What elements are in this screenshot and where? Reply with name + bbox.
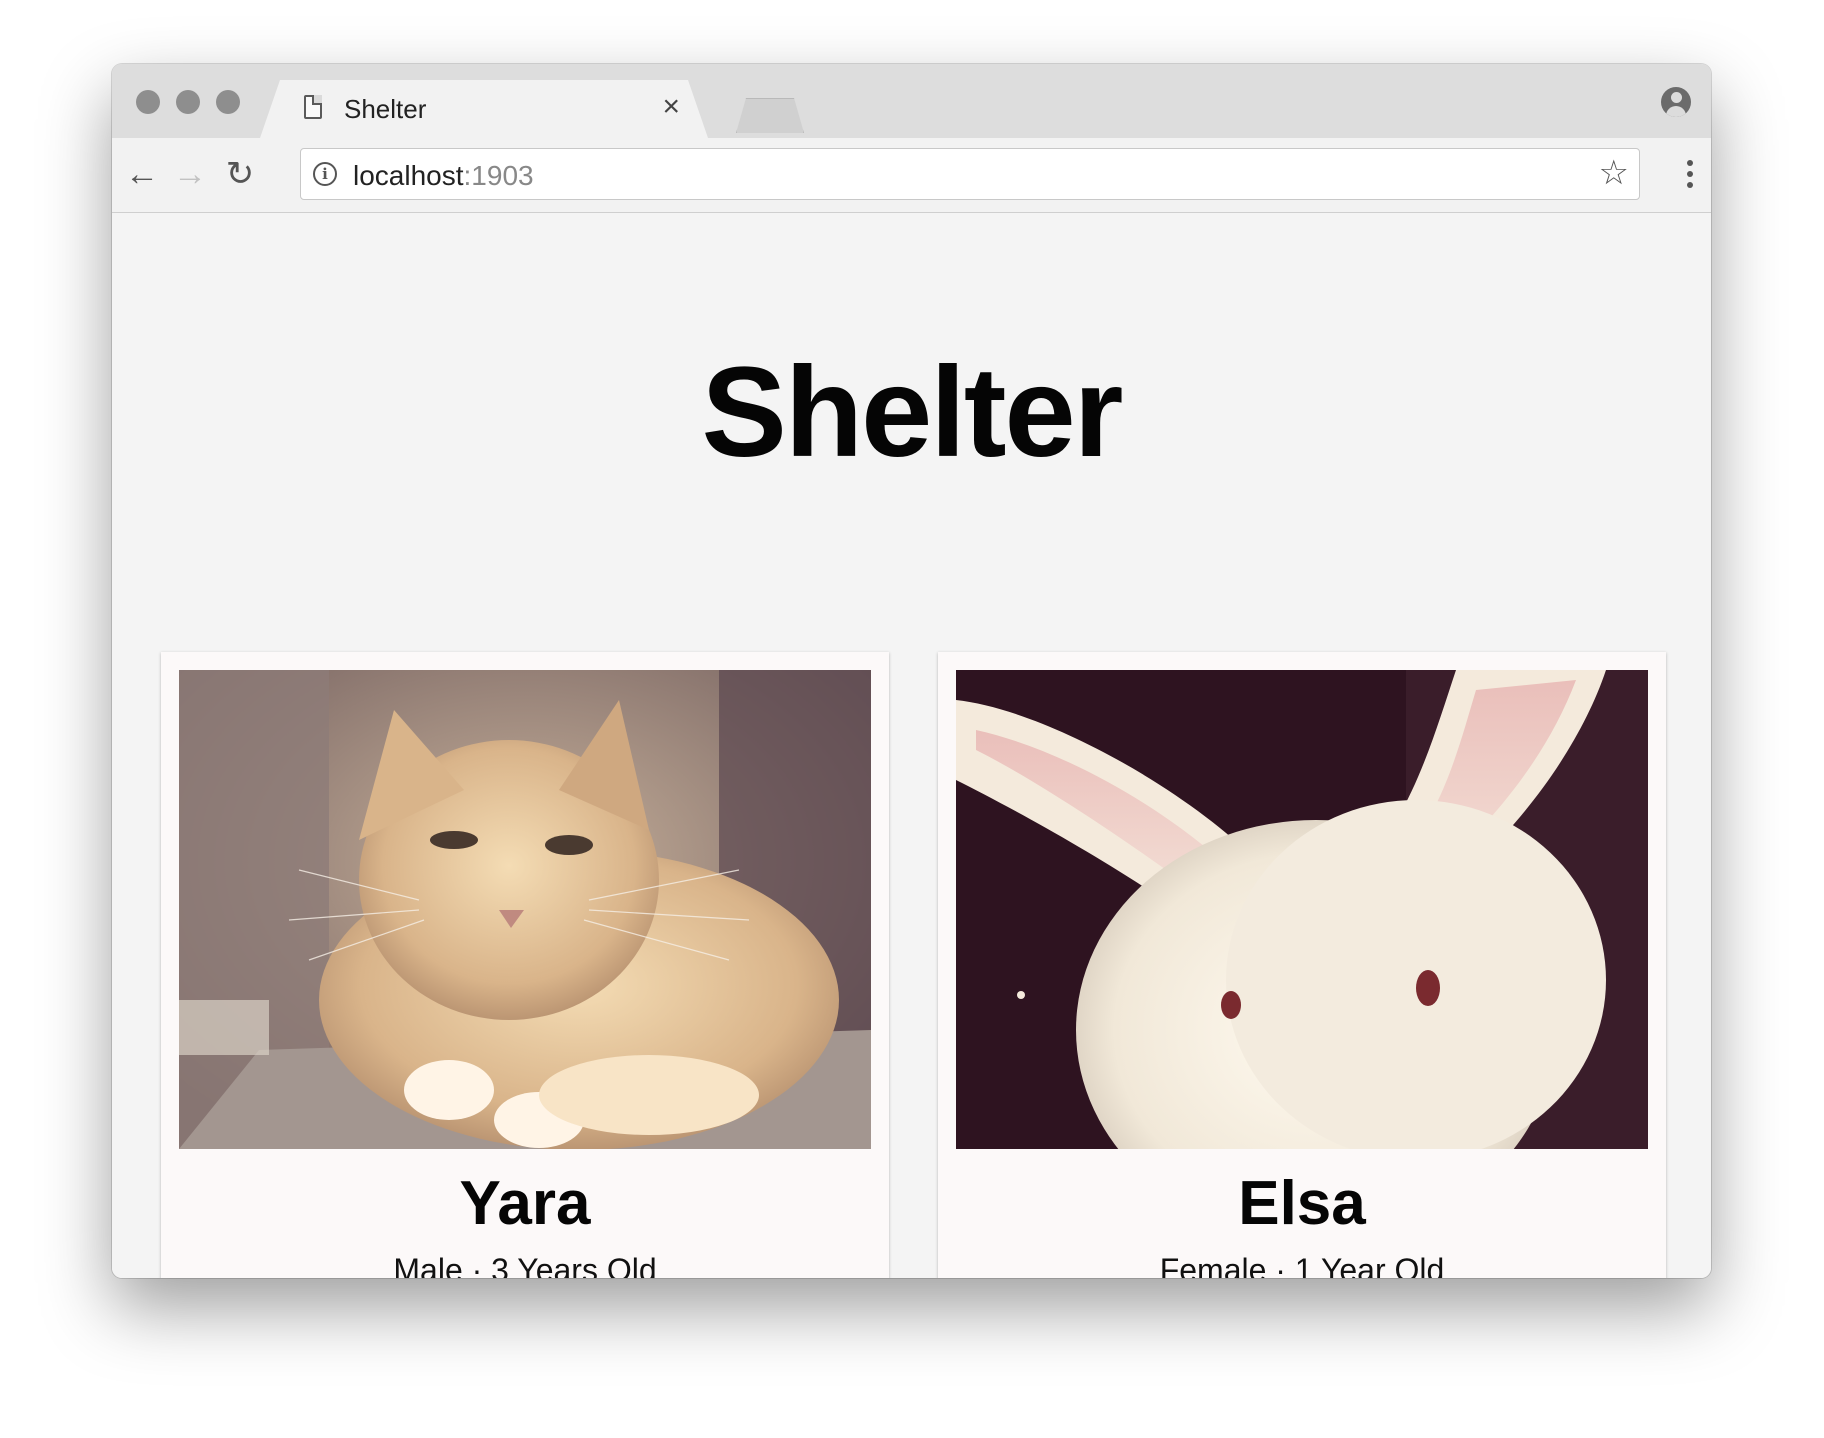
browser-window: Shelter × ← → ↻ i localhost:1903 ☆ Shelt… <box>112 64 1711 1278</box>
page-title: Shelter <box>701 341 1124 484</box>
url-text[interactable]: localhost:1903 <box>353 160 534 192</box>
zoom-window-button[interactable] <box>216 90 240 114</box>
site-info-icon[interactable]: i <box>313 162 337 186</box>
address-bar[interactable]: i localhost:1903 ☆ <box>300 148 1640 200</box>
url-host: localhost <box>353 160 464 191</box>
pet-details: Female · 1 Year Old <box>1159 1252 1445 1278</box>
browser-toolbar: ← → ↻ i localhost:1903 ☆ <box>112 138 1711 213</box>
page-viewport: Shelter Yara Male · 3 Years Old Elsa Fem… <box>112 213 1711 1278</box>
url-port: :1903 <box>463 160 534 191</box>
profile-icon[interactable] <box>1661 87 1691 117</box>
bookmark-star-icon[interactable]: ☆ <box>1599 153 1629 193</box>
close-window-button[interactable] <box>136 90 160 114</box>
new-tab-button[interactable] <box>736 98 804 133</box>
cat-photo <box>179 670 871 1149</box>
back-arrow-icon[interactable]: ← <box>120 152 164 196</box>
pet-name: Yara <box>459 1169 591 1238</box>
tab-close-icon[interactable]: × <box>662 90 680 124</box>
reload-icon[interactable]: ↻ <box>218 152 262 196</box>
browser-menu-icon[interactable] <box>1687 160 1693 190</box>
tab-strip: Shelter × <box>112 64 1711 138</box>
page-icon <box>304 95 322 119</box>
tab-title: Shelter <box>344 94 427 124</box>
pet-card-elsa[interactable]: Elsa Female · 1 Year Old <box>938 652 1666 1278</box>
pet-card-yara[interactable]: Yara Male · 3 Years Old <box>161 652 889 1278</box>
rabbit-photo <box>956 670 1648 1149</box>
tab-shelter[interactable]: Shelter × <box>260 80 708 138</box>
pet-details: Male · 3 Years Old <box>393 1252 657 1278</box>
minimize-window-button[interactable] <box>176 90 200 114</box>
pet-name: Elsa <box>1238 1169 1366 1238</box>
forward-arrow-icon[interactable]: → <box>168 152 212 196</box>
